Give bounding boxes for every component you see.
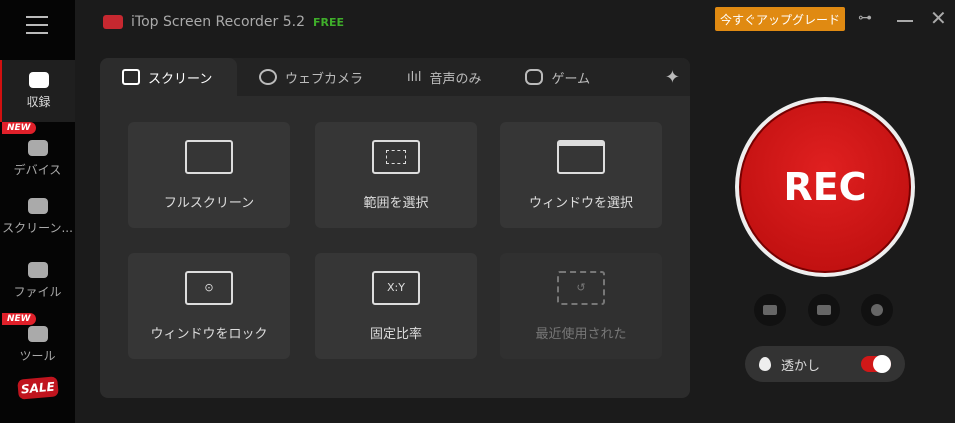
watermark-label: 透かし [781,358,821,374]
sidebar-item-label: 収録 [26,95,51,109]
watermark-drop-icon [759,357,771,371]
sidebar-item-screenshot[interactable]: スクリーン... [0,186,75,248]
watermark-toggle-row: 透かし [745,346,905,382]
mode-label: ウィンドウを選択 [528,195,633,211]
key-icon[interactable]: ⊶ [858,10,872,26]
menu-icon[interactable] [26,16,48,34]
mode-lock-window[interactable]: ⊙ ウィンドウをロック [128,253,290,359]
tab-screen[interactable]: スクリーン [100,58,237,96]
watermark-toggle[interactable] [861,355,891,373]
app-name: iTop Screen Recorder 5.2 [131,14,306,30]
close-button[interactable]: ✕ [930,6,947,30]
sale-badge[interactable]: SALE [17,376,59,400]
mode-fixed-ratio[interactable]: X:Y 固定比率 [315,253,477,359]
sidebar-item-tools[interactable]: ツール [0,314,75,376]
app-title: iTop Screen Recorder 5.2 FREE [103,14,344,30]
tab-bar: スクリーン ウェブカメラ ılıl 音声のみ ゲーム ✦ [100,58,690,96]
edition-badge: FREE [313,15,345,29]
audio-wave-icon: ılıl [407,69,422,85]
lock-window-icon: ⊙ [185,270,233,305]
sidebar-item-label: ツール [19,349,56,363]
sidebar-item-devices[interactable]: デバイス [0,128,75,190]
mode-select-region[interactable]: 範囲を選択 [315,122,477,228]
monitor-icon [122,69,140,85]
mode-select-window[interactable]: ウィンドウを選択 [500,122,662,228]
tab-label: ウェブカメラ [285,71,364,87]
mode-fullscreen[interactable]: フルスクリーン [128,122,290,228]
keyboard-icon[interactable] [754,294,786,326]
tab-game[interactable]: ゲーム [503,58,612,96]
ratio-icon: X:Y [372,270,420,305]
devices-icon [27,140,48,156]
timer-icon[interactable] [861,294,893,326]
camera-icon [27,198,48,214]
rec-label: REC [739,101,911,273]
mode-label: ウィンドウをロック [150,326,268,342]
window-icon [557,139,605,174]
mode-panel: スクリーン ウェブカメラ ılıl 音声のみ ゲーム ✦ フルスクリーン 範囲を選… [100,58,690,398]
sparkle-icon[interactable]: ✦ [655,58,690,96]
tab-label: スクリーン [148,71,213,87]
sidebar-item-label: デバイス [13,163,62,177]
sidebar: 収録 NEW デバイス スクリーン... ファイル NEW ツール SALE [0,0,75,423]
upgrade-button[interactable]: 今すぐアップグレード [715,7,845,31]
tab-label: ゲーム [551,71,591,87]
mode-label: 範囲を選択 [363,195,429,211]
tab-audio[interactable]: ılıl 音声のみ [385,58,503,96]
history-icon: ↺ [557,270,605,305]
rec-button[interactable]: REC [735,97,915,277]
tab-label: 音声のみ [429,71,482,87]
webcam-icon [259,69,277,85]
presentation-icon[interactable] [808,294,840,326]
tools-grid-icon [27,326,48,342]
tab-webcam[interactable]: ウェブカメラ [237,58,385,96]
gamepad-icon [525,69,544,85]
sidebar-item-record[interactable]: 収録 [0,60,75,122]
app-logo-icon [103,15,123,29]
fullscreen-icon [185,139,233,174]
sidebar-item-label: ファイル [13,285,62,299]
region-icon [372,139,420,174]
sidebar-item-label: スクリーン... [2,221,73,235]
mode-recent: ↺ 最近使用された [500,253,662,359]
folder-icon [27,262,48,278]
mode-label: 最近使用された [535,326,627,342]
minimize-button[interactable] [897,20,913,22]
sidebar-item-files[interactable]: ファイル [0,250,75,312]
mode-label: 固定比率 [369,326,422,342]
mode-label: フルスクリーン [163,195,255,211]
video-camera-icon [28,72,49,88]
